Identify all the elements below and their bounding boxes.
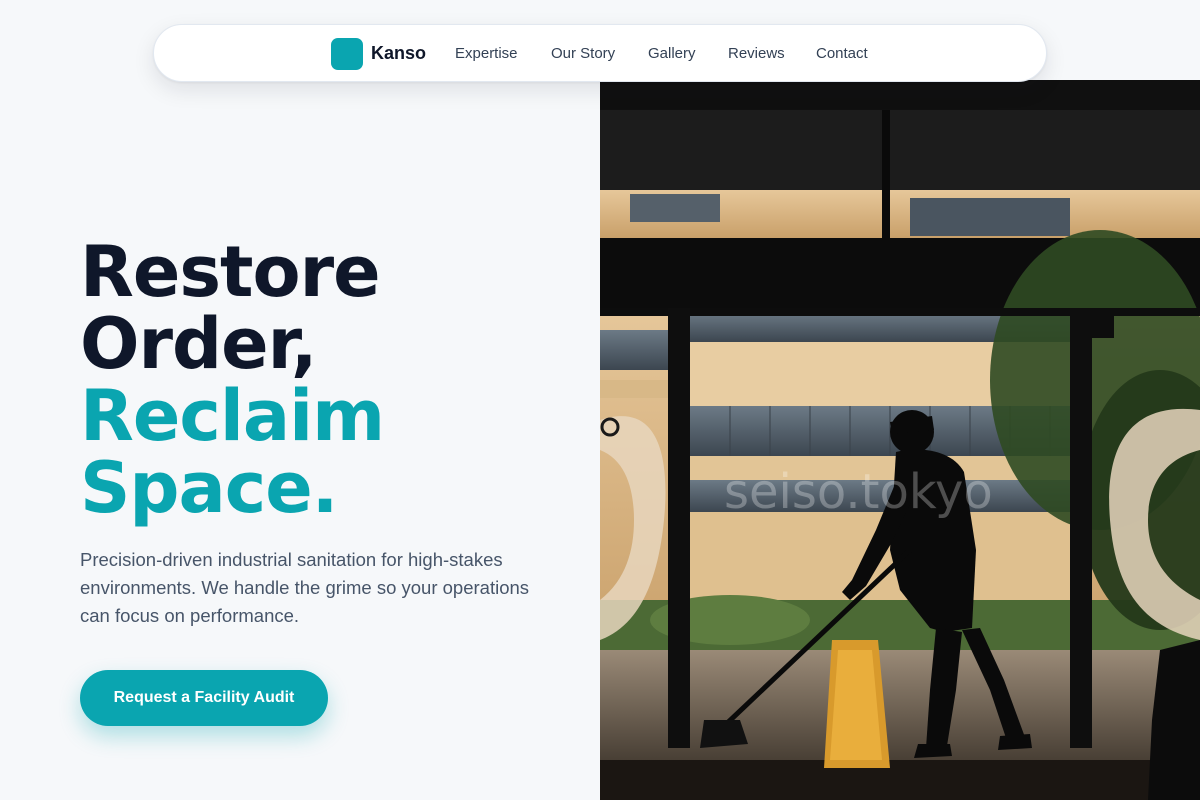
- hero-image: seiso.tokyo: [600, 80, 1200, 800]
- headline-line-reclaim: Reclaim: [80, 375, 385, 457]
- headline-line-order: Order,: [80, 303, 317, 385]
- nav-link-expertise[interactable]: Expertise: [455, 45, 518, 63]
- brand-name[interactable]: Kanso: [371, 42, 426, 64]
- headline-line-restore: Restore: [80, 231, 381, 313]
- brand-logo-icon[interactable]: [331, 38, 363, 70]
- image-watermark-text: seiso.tokyo: [724, 464, 993, 520]
- nav-link-gallery[interactable]: Gallery: [648, 45, 696, 63]
- page: Kanso Expertise Our Story Gallery Review…: [0, 0, 1200, 800]
- nav-link-contact[interactable]: Contact: [816, 45, 868, 63]
- nav-link-reviews[interactable]: Reviews: [728, 45, 785, 63]
- headline-line-space: Space.: [80, 447, 338, 529]
- top-navbar: Kanso Expertise Our Story Gallery Review…: [153, 24, 1047, 82]
- nav-link-our-story[interactable]: Our Story: [551, 45, 615, 63]
- hero-image-illustration: seiso.tokyo: [600, 80, 1200, 800]
- hero-subtext: Precision-driven industrial sanitation f…: [80, 549, 530, 626]
- request-audit-button[interactable]: Request a Facility Audit: [80, 670, 328, 726]
- hero-headline: Restore Order, Reclaim Space.: [80, 236, 580, 524]
